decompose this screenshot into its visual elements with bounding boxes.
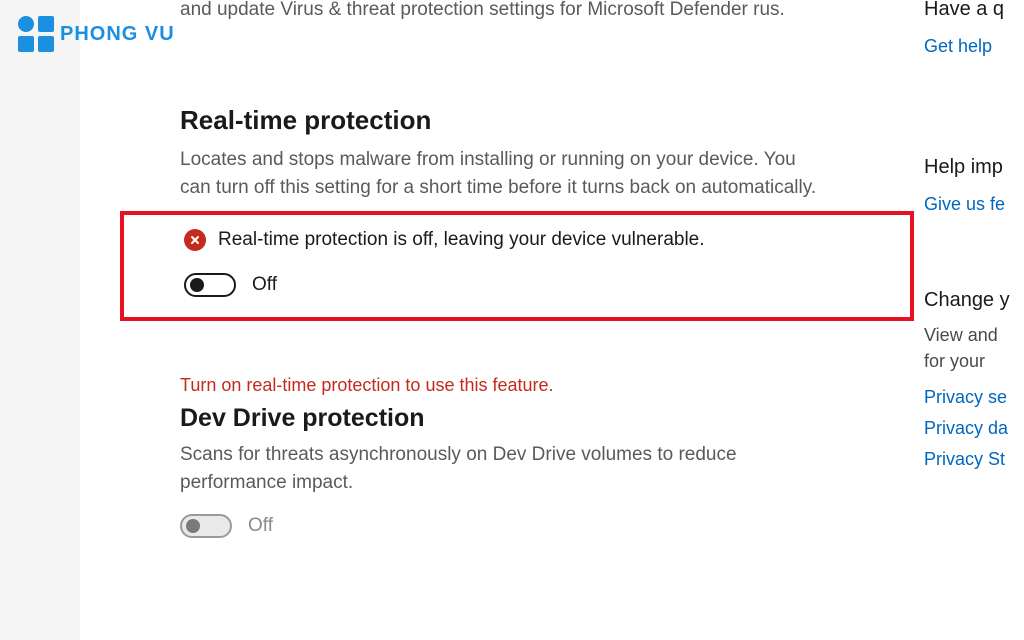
give-feedback-link[interactable]: Give us fe [924, 189, 1024, 220]
rp-change-text2: for your [924, 348, 1024, 374]
realtime-desc: Locates and stops malware from installin… [180, 146, 820, 203]
phongvu-logo-mark [18, 16, 54, 52]
devdrive-title: Dev Drive protection [180, 404, 884, 433]
devdrive-toggle [180, 514, 232, 538]
realtime-section: Real-time protection Locates and stops m… [180, 105, 884, 321]
toggle-knob [186, 519, 200, 533]
rp-improve-heading: Help imp [924, 156, 1024, 179]
intro-text: and update Virus & threat protection set… [180, 0, 884, 25]
sidebar-placeholder [0, 0, 80, 640]
toggle-knob [190, 278, 204, 292]
devdrive-toggle-label: Off [248, 515, 273, 537]
devdrive-desc: Scans for threats asynchronously on Dev … [180, 441, 820, 498]
devdrive-section: Dev Drive protection Scans for threats a… [180, 404, 884, 538]
get-help-link[interactable]: Get help [924, 31, 1024, 62]
privacy-settings-link[interactable]: Privacy se [924, 382, 1024, 413]
phongvu-logo-text: PHONG VU [60, 23, 175, 46]
rp-change-heading: Change y [924, 289, 1024, 312]
highlight-annotation: Real-time protection is off, leaving you… [120, 211, 914, 321]
realtime-warning-row: Real-time protection is off, leaving you… [184, 229, 902, 251]
realtime-warning-text: Real-time protection is off, leaving you… [218, 229, 705, 251]
rp-privacy-group: Change y View and for your Privacy se Pr… [924, 289, 1024, 474]
error-icon [184, 229, 206, 251]
realtime-title: Real-time protection [180, 105, 884, 136]
feature-required-warning: Turn on real-time protection to use this… [180, 375, 884, 396]
privacy-statement-link[interactable]: Privacy St [924, 444, 1024, 475]
rp-question-group: Have a q Get help [924, 0, 1024, 62]
realtime-toggle[interactable] [184, 273, 236, 297]
realtime-toggle-label: Off [252, 274, 277, 296]
rp-change-text1: View and [924, 322, 1024, 348]
rp-improve-group: Help imp Give us fe [924, 156, 1024, 220]
rp-question-heading: Have a q [924, 0, 1024, 21]
logo-overlay: PHONG VU [18, 16, 175, 52]
privacy-dashboard-link[interactable]: Privacy da [924, 413, 1024, 444]
